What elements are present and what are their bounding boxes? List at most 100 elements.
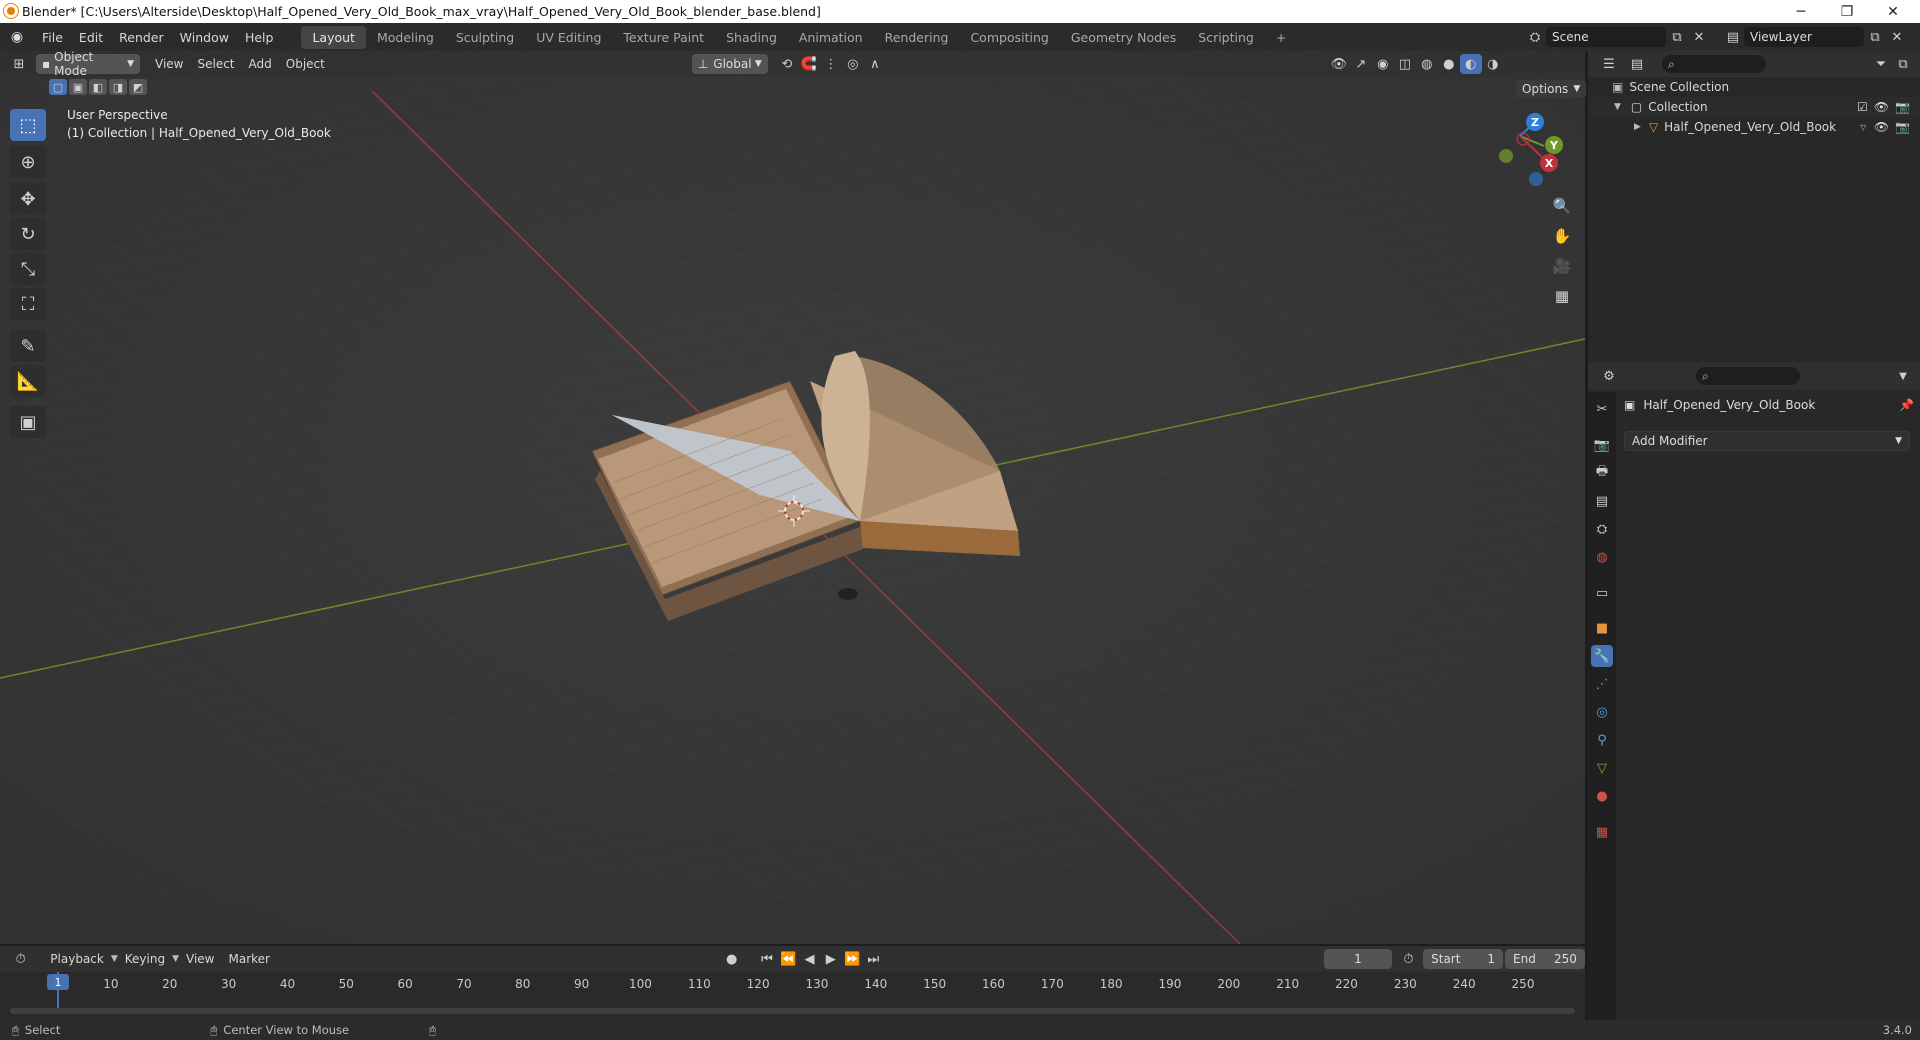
set-selection-icon[interactable]: ▢ (49, 79, 67, 95)
outliner-row-scene-collection[interactable]: ▣ Scene Collection (1588, 77, 1920, 97)
pan-button[interactable]: ✋ (1548, 222, 1576, 250)
options-dropdown[interactable]: Options ▼ (1516, 80, 1587, 98)
3d-viewport[interactable]: Z Y X User Perspective (1) Collection | … (0, 51, 1585, 944)
extend-selection-icon[interactable]: ▣ (69, 79, 87, 95)
intersect-selection-icon[interactable]: ◩ (129, 79, 147, 95)
scene-icon[interactable]: ⛭ (1524, 27, 1546, 47)
cursor-tool[interactable]: ⊕ (10, 146, 46, 178)
jump-key-back-icon[interactable]: ⏪ (778, 949, 799, 969)
menu-object[interactable]: Object (279, 57, 332, 71)
pin-icon[interactable]: 📌 (1899, 398, 1914, 412)
menu-window[interactable]: Window (172, 30, 237, 45)
physics-tab-icon[interactable]: ◎ (1591, 701, 1613, 723)
end-frame-field[interactable]: End 250 (1505, 949, 1585, 969)
outliner-search-input[interactable]: ⌕ (1662, 55, 1766, 73)
camera-view-button[interactable]: 🎥 (1548, 252, 1576, 280)
menu-edit[interactable]: Edit (71, 30, 111, 45)
jump-start-icon[interactable]: ⏮ (756, 949, 777, 969)
add-cube-tool[interactable]: ▣ (10, 406, 46, 438)
close-button[interactable]: ✕ (1870, 0, 1916, 23)
snap-icon[interactable]: 🧲 (798, 54, 820, 74)
annotate-tool[interactable]: ✎ (10, 330, 46, 362)
object-tab-icon[interactable]: ■ (1591, 617, 1613, 639)
menu-file[interactable]: File (34, 30, 71, 45)
tab-layout[interactable]: Layout (301, 25, 366, 49)
rendered-shading-icon[interactable]: ◑ (1482, 54, 1504, 74)
new-view-layer-icon[interactable]: ⧉ (1864, 27, 1886, 47)
world-tab-icon[interactable]: ◍ (1591, 546, 1613, 568)
stopwatch-icon[interactable]: ⏱ (1398, 949, 1419, 969)
view-layer-tab-icon[interactable]: ▤ (1591, 490, 1613, 512)
xray-icon[interactable]: ◫ (1394, 54, 1416, 74)
gizmo-neg-z[interactable] (1529, 172, 1543, 186)
tab-geometry-nodes[interactable]: Geometry Nodes (1060, 26, 1187, 49)
minimize-button[interactable]: ─ (1778, 0, 1824, 23)
collection-tab-icon[interactable]: ▭ (1591, 582, 1613, 604)
add-modifier-dropdown[interactable]: Add Modifier ▼ (1624, 431, 1910, 451)
scene-tab-icon[interactable]: ⛭ (1591, 518, 1613, 540)
properties-editor-icon[interactable]: ⚙ (1598, 366, 1620, 386)
scene-selector[interactable]: Scene (1546, 27, 1666, 47)
restore-button[interactable]: ❐ (1824, 0, 1870, 23)
menu-add[interactable]: Add (242, 57, 279, 71)
current-frame-field[interactable]: 1 (1324, 949, 1392, 969)
exclude-checkbox-icon[interactable]: ☑ (1857, 100, 1868, 114)
gizmo-toggle-icon[interactable]: ↗ (1350, 54, 1372, 74)
tab-modeling[interactable]: Modeling (366, 26, 445, 49)
menu-view-timeline[interactable]: View (179, 952, 221, 966)
outliner-editor-icon[interactable]: ☰ (1598, 54, 1620, 74)
mesh-data-icon[interactable]: ▿ (1860, 120, 1866, 134)
play-reverse-icon[interactable]: ◀ (799, 949, 820, 969)
select-box-tool[interactable]: ⬚ (10, 109, 46, 141)
delete-scene-icon[interactable]: ✕ (1688, 27, 1710, 47)
snap-target-icon[interactable]: ⋮ (820, 54, 842, 74)
tab-rendering[interactable]: Rendering (874, 26, 960, 49)
jump-key-forward-icon[interactable]: ⏩ (841, 949, 862, 969)
material-tab-icon[interactable]: ● (1591, 785, 1613, 807)
gizmo-neg-y[interactable] (1499, 149, 1513, 163)
timeline-scrollbar[interactable] (10, 1008, 1575, 1014)
gizmo-y-axis[interactable]: Y (1545, 136, 1563, 154)
particles-tab-icon[interactable]: ⋰ (1591, 673, 1613, 695)
falloff-icon[interactable]: ∧ (864, 54, 886, 74)
chevron-down-icon[interactable]: ▼ (1892, 366, 1914, 386)
material-shading-icon[interactable]: ◐ (1459, 54, 1482, 74)
jump-end-icon[interactable]: ⏭ (863, 949, 884, 969)
tab-shading[interactable]: Shading (715, 26, 788, 49)
tab-animation[interactable]: Animation (788, 26, 874, 49)
record-keyframe-icon[interactable]: ● (721, 949, 742, 969)
menu-render[interactable]: Render (111, 30, 172, 45)
move-tool[interactable]: ✥ (10, 183, 46, 215)
delete-view-layer-icon[interactable]: ✕ (1886, 27, 1908, 47)
view-layer-icon[interactable]: ▤ (1722, 27, 1744, 47)
menu-playback[interactable]: Playback (43, 952, 111, 966)
menu-marker[interactable]: Marker (221, 952, 276, 966)
blender-menu-icon[interactable]: ◉ (0, 29, 34, 45)
tab-sculpting[interactable]: Sculpting (445, 26, 525, 49)
pivot-icon[interactable]: ⟲ (776, 54, 798, 74)
eye-icon[interactable]: 👁 (1874, 120, 1889, 134)
new-scene-icon[interactable]: ⧉ (1666, 27, 1688, 47)
view-layer-selector[interactable]: ViewLayer (1744, 27, 1864, 47)
transform-orientation[interactable]: ⊥ Global ▼ (691, 54, 768, 74)
menu-view[interactable]: View (148, 57, 190, 71)
proportional-edit-icon[interactable]: ◎ (842, 54, 864, 74)
tab-uv-editing[interactable]: UV Editing (525, 26, 612, 49)
eye-icon[interactable]: 👁 (1874, 100, 1889, 114)
properties-search-input[interactable]: ⌕ (1696, 367, 1800, 385)
solid-shading-icon[interactable]: ● (1438, 54, 1460, 74)
tab-texture-paint[interactable]: Texture Paint (612, 26, 715, 49)
texture-tab-icon[interactable]: ▦ (1591, 821, 1613, 843)
filter-icon[interactable]: ⏷ (1870, 54, 1892, 74)
subtract-selection-icon[interactable]: ◧ (89, 79, 107, 95)
outliner-row-collection[interactable]: ▼ ▢ Collection ☑ 👁 📷 (1588, 97, 1920, 117)
add-workspace-button[interactable]: + (1265, 26, 1297, 49)
output-tab-icon[interactable]: 🖶 (1591, 462, 1613, 484)
render-tab-icon[interactable]: 📷 (1591, 434, 1613, 456)
play-icon[interactable]: ▶ (820, 949, 841, 969)
start-frame-field[interactable]: Start 1 (1423, 949, 1504, 969)
tab-compositing[interactable]: Compositing (959, 26, 1059, 49)
outliner-row-book-object[interactable]: ▶ ▽ Half_Opened_Very_Old_Book ▿ 👁 📷 (1588, 117, 1920, 137)
editor-type-icon[interactable]: ⊞ (8, 54, 30, 74)
render-camera-icon[interactable]: 📷 (1895, 120, 1910, 134)
